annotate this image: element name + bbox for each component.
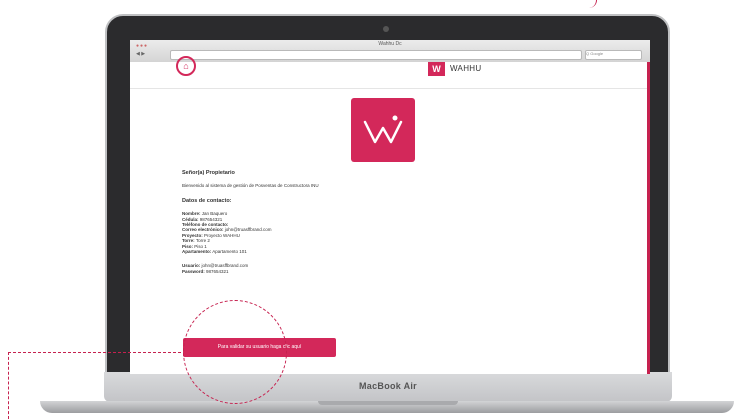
callout-line-vertical bbox=[8, 352, 9, 419]
laptop-notch bbox=[318, 401, 458, 405]
nav-buttons[interactable]: ◀ ▶ bbox=[136, 51, 145, 57]
window-title: Wahhu Dc bbox=[378, 41, 402, 47]
callout-line-horizontal bbox=[8, 352, 181, 353]
search-box[interactable]: Q Google bbox=[585, 50, 642, 60]
intro-text: Bienvenido al sistema de gestión de Posv… bbox=[182, 183, 319, 189]
logo-mark-icon bbox=[363, 115, 403, 144]
credential-row: Password: 987654321 bbox=[182, 268, 229, 274]
address-bar[interactable] bbox=[170, 50, 582, 60]
header-brand: WAHHU bbox=[450, 64, 482, 73]
contact-heading: Datos de contacto: bbox=[182, 197, 232, 204]
site-header bbox=[130, 62, 650, 89]
accent-bar bbox=[647, 62, 650, 374]
email-body: Señor(a) Propietario Bienvenido al siste… bbox=[182, 170, 622, 274]
highlight-circle bbox=[183, 300, 287, 404]
wahhu-logo-icon[interactable]: W bbox=[428, 62, 445, 76]
home-icon[interactable]: ⌂ bbox=[176, 56, 196, 76]
greeting: Señor(a) Propietario bbox=[182, 170, 235, 176]
browser-toolbar: ●●● Wahhu Dc ◀ ▶ Q Google bbox=[130, 40, 650, 63]
laptop-brand: MacBook Air bbox=[359, 381, 417, 391]
wahhu-logo-large bbox=[351, 98, 415, 162]
callout-corner bbox=[584, 0, 597, 8]
camera-icon bbox=[383, 26, 389, 32]
